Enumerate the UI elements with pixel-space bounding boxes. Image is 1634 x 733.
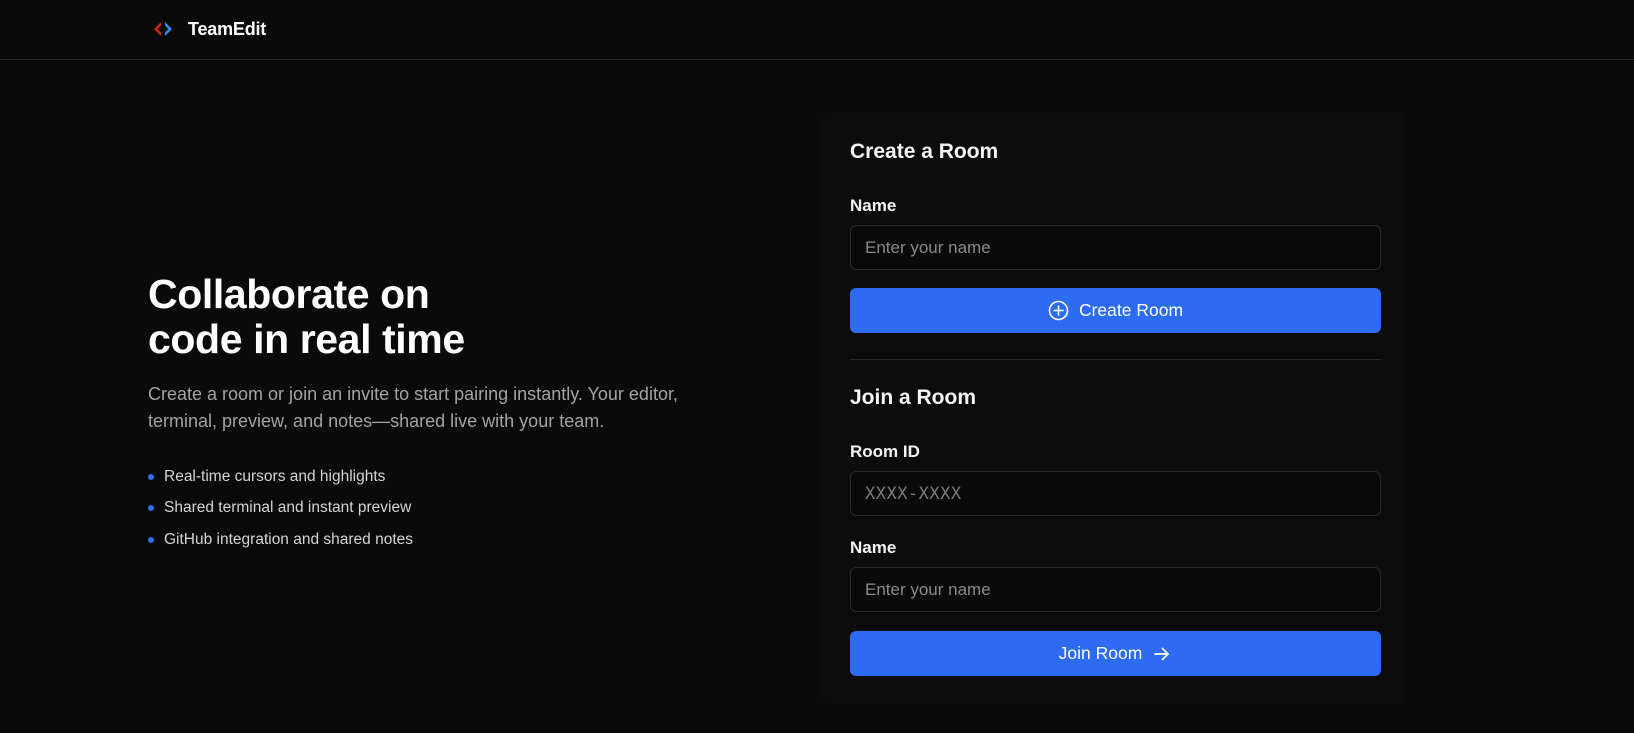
join-room-title: Join a Room (850, 386, 977, 409)
create-name-input[interactable] (850, 225, 1381, 270)
feature-list: Real-time cursors and highlights Shared … (148, 461, 748, 556)
code-brackets-icon (154, 22, 172, 36)
join-name-input[interactable] (850, 567, 1381, 612)
create-room-button-label: Create Room (1078, 300, 1184, 320)
room-id-input[interactable] (850, 471, 1381, 516)
join-name-label: Name (850, 538, 897, 557)
feature-text: Real-time cursors and highlights (164, 467, 386, 485)
hero-title-line-1: Collaborate on (148, 271, 430, 317)
arrow-right-icon (1154, 647, 1170, 660)
feature-text: Shared terminal and instant preview (164, 499, 412, 517)
bullet-dot-icon (148, 505, 154, 512)
bullet-dot-icon (148, 536, 154, 543)
room-id-label: Room ID (850, 442, 920, 461)
create-room-title: Create a Room (850, 140, 999, 163)
brand-name: TeamEdit (188, 18, 267, 39)
create-room-button[interactable]: Create Room (850, 288, 1381, 333)
hero-title-line-2: code in real time (148, 316, 465, 362)
create-name-label: Name (850, 196, 897, 215)
hero-description: Create a room or join an invite to start… (148, 384, 678, 431)
feature-item: GitHub integration and shared notes (148, 524, 748, 556)
plus-circle-icon (1048, 300, 1069, 321)
bullet-dot-icon (148, 473, 154, 480)
join-room-button-label: Join Room (1058, 643, 1143, 663)
feature-item: Real-time cursors and highlights (148, 461, 748, 493)
hero-title: Collaborate on code in real time (148, 272, 748, 362)
feature-text: GitHub integration and shared notes (164, 530, 414, 548)
room-card: Create a Room Name Create Room Join a Ro… (822, 112, 1406, 704)
feature-item: Shared terminal and instant preview (148, 493, 748, 525)
join-room-button[interactable]: Join Room (850, 631, 1381, 676)
top-nav-bar: TeamEdit (0, 0, 1634, 60)
section-divider (850, 359, 1381, 360)
brand[interactable]: TeamEdit (152, 18, 266, 40)
hero-section: Collaborate on code in real time Create … (148, 272, 748, 556)
